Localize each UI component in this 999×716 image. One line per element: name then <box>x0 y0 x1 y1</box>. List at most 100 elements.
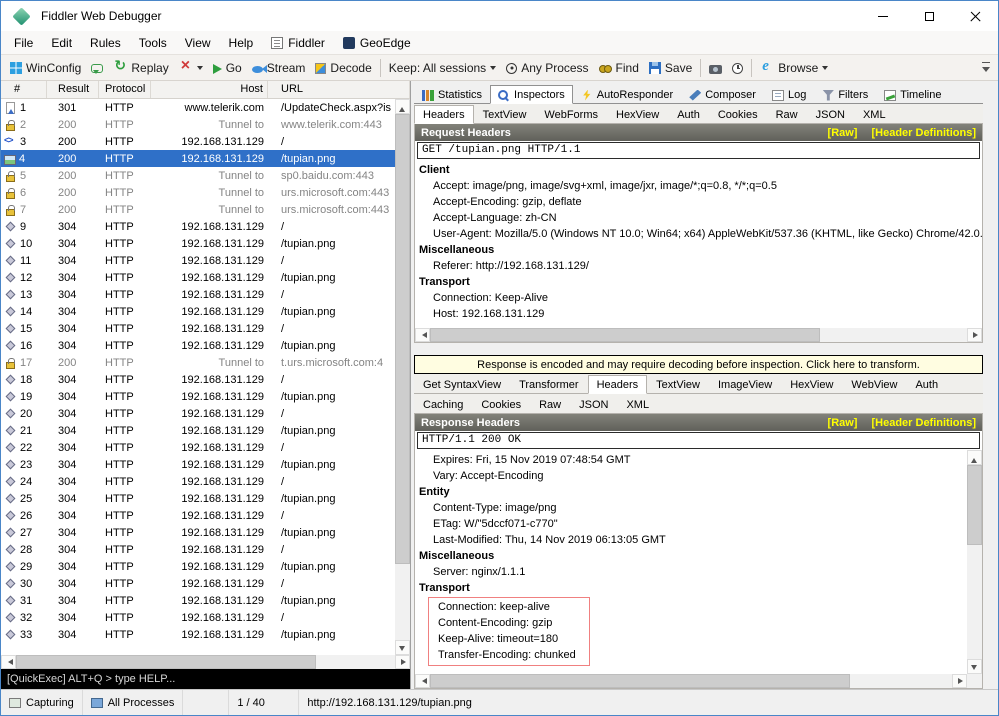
session-row[interactable]: 16 304 HTTP 192.168.131.129 /tupian.png <box>1 337 395 354</box>
main-tab[interactable]: Statistics <box>414 85 490 104</box>
session-row[interactable]: 33 304 HTTP 192.168.131.129 /tupian.png <box>1 626 395 643</box>
header-line[interactable]: Miscellaneous <box>415 548 967 564</box>
toolbar-button[interactable]: Keep: All sessions <box>384 59 501 77</box>
header-line[interactable]: Connection: keep-alive <box>429 599 589 615</box>
close-button[interactable] <box>952 1 998 31</box>
session-row[interactable]: 15 304 HTTP 192.168.131.129 / <box>1 320 395 337</box>
response-tab[interactable]: Transformer <box>510 375 588 394</box>
session-row[interactable]: 31 304 HTTP 192.168.131.129 /tupian.png <box>1 592 395 609</box>
scroll-right-button[interactable] <box>395 655 410 669</box>
response-tab[interactable]: Headers <box>588 375 648 394</box>
toolbar-button[interactable] <box>727 60 748 76</box>
header-line[interactable]: Expires: Fri, 15 Nov 2019 07:48:54 GMT <box>415 452 967 468</box>
response-tab[interactable]: WebView <box>842 375 906 394</box>
main-tab[interactable]: Composer <box>681 85 764 104</box>
request-raw-link[interactable]: [Raw] <box>828 127 858 139</box>
quickexec-input[interactable]: [QuickExec] ALT+Q > type HELP... <box>1 669 410 689</box>
scrollbar-thumb[interactable] <box>430 328 820 342</box>
decode-notice-bar[interactable]: Response is encoded and may require deco… <box>414 355 983 374</box>
session-list-horizontal-scrollbar[interactable] <box>1 655 410 669</box>
minimize-button[interactable] <box>860 1 906 31</box>
response-vertical-scrollbar[interactable] <box>967 450 982 674</box>
menu-item[interactable]: File <box>5 31 42 54</box>
scroll-left-button[interactable] <box>415 328 430 342</box>
session-row[interactable]: 30 304 HTTP 192.168.131.129 / <box>1 575 395 592</box>
session-row[interactable]: 6 200 HTTP Tunnel to urs.microsoft.com:4… <box>1 184 395 201</box>
session-row[interactable]: 10 304 HTTP 192.168.131.129 /tupian.png <box>1 235 395 252</box>
header-line[interactable]: Transport <box>415 274 982 290</box>
header-line[interactable]: Transport <box>415 580 967 596</box>
header-line[interactable]: Accept-Encoding: gzip, deflate <box>415 194 982 210</box>
session-row[interactable]: 14 304 HTTP 192.168.131.129 /tupian.png <box>1 303 395 320</box>
header-line[interactable]: Content-Type: image/png <box>415 500 967 516</box>
header-line[interactable]: Client <box>415 162 982 178</box>
session-row[interactable]: 7 200 HTTP Tunnel to urs.microsoft.com:4… <box>1 201 395 218</box>
process-filter[interactable]: All Processes <box>83 690 184 715</box>
menu-item[interactable]: View <box>176 31 220 54</box>
toolbar-button[interactable]: Stream <box>247 59 311 77</box>
scrollbar-track[interactable] <box>850 674 952 688</box>
column-header-num[interactable]: # <box>1 81 47 98</box>
request-line-box[interactable]: GET /tupian.png HTTP/1.1 <box>417 142 980 159</box>
request-response-splitter[interactable] <box>414 343 983 355</box>
session-row[interactable]: 2 200 HTTP Tunnel to www.telerik.com:443 <box>1 116 395 133</box>
header-line[interactable]: Content-Encoding: gzip <box>429 615 589 631</box>
header-line[interactable]: Accept-Language: zh-CN <box>415 210 982 226</box>
response-raw-link[interactable]: [Raw] <box>828 417 858 429</box>
session-row[interactable]: 17 200 HTTP Tunnel to t.urs.microsoft.co… <box>1 354 395 371</box>
main-tab[interactable]: Inspectors <box>490 85 573 104</box>
header-line[interactable]: ETag: W/"5dccf071-c770" <box>415 516 967 532</box>
session-row[interactable]: 20 304 HTTP 192.168.131.129 / <box>1 405 395 422</box>
header-line[interactable]: User-Agent: Mozilla/5.0 (Windows NT 10.0… <box>415 226 982 242</box>
header-line[interactable]: Connection: Keep-Alive <box>415 290 982 306</box>
response-tab[interactable]: TextView <box>647 375 709 394</box>
menu-item[interactable]: Help <box>220 31 263 54</box>
response-tab[interactable]: JSON <box>570 395 617 414</box>
session-row[interactable]: 22 304 HTTP 192.168.131.129 / <box>1 439 395 456</box>
capturing-toggle[interactable]: Capturing <box>1 690 83 715</box>
scrollbar-thumb[interactable] <box>430 674 850 688</box>
menu-item[interactable]: Tools <box>130 31 176 54</box>
column-header-host[interactable]: Host <box>151 81 268 98</box>
session-row[interactable]: 9 304 HTTP 192.168.131.129 / <box>1 218 395 235</box>
header-line[interactable]: Referer: http://192.168.131.129/ <box>415 258 982 274</box>
scrollbar-track[interactable] <box>820 328 967 342</box>
request-tab[interactable]: Auth <box>668 105 709 124</box>
session-row[interactable]: 11 304 HTTP 192.168.131.129 / <box>1 252 395 269</box>
response-tab[interactable]: Raw <box>530 395 570 414</box>
toolbar-button[interactable]: Decode <box>310 59 376 77</box>
response-tab[interactable]: HexView <box>781 375 842 394</box>
scroll-left-button[interactable] <box>415 674 430 688</box>
scrollbar-track[interactable] <box>395 564 410 640</box>
session-row[interactable]: 1 301 HTTP www.telerik.com /UpdateCheck.… <box>1 99 395 116</box>
toolbar-button[interactable] <box>174 59 208 77</box>
scroll-down-button[interactable] <box>967 659 982 674</box>
header-line[interactable]: Vary: Accept-Encoding <box>415 468 967 484</box>
session-row[interactable]: 18 304 HTTP 192.168.131.129 / <box>1 371 395 388</box>
header-line[interactable]: Keep-Alive: timeout=180 <box>429 631 589 647</box>
session-row[interactable]: 26 304 HTTP 192.168.131.129 / <box>1 507 395 524</box>
scrollbar-thumb[interactable] <box>16 655 316 669</box>
scrollbar-thumb[interactable] <box>395 114 410 564</box>
response-tab[interactable]: ImageView <box>709 375 781 394</box>
session-row[interactable]: 28 304 HTTP 192.168.131.129 / <box>1 541 395 558</box>
header-line[interactable]: Accept: image/png, image/svg+xml, image/… <box>415 178 982 194</box>
request-tab[interactable]: Headers <box>414 105 474 124</box>
scroll-up-button[interactable] <box>395 99 410 114</box>
scroll-down-button[interactable] <box>395 640 410 655</box>
session-row[interactable]: 13 304 HTTP 192.168.131.129 / <box>1 286 395 303</box>
session-row[interactable]: 5 200 HTTP Tunnel to sp0.baidu.com:443 <box>1 167 395 184</box>
session-row[interactable]: 23 304 HTTP 192.168.131.129 /tupian.png <box>1 456 395 473</box>
menu-item[interactable]: Rules <box>81 31 130 54</box>
toolbar-button[interactable]: Any Process <box>501 59 593 77</box>
main-tab[interactable]: AutoResponder <box>573 85 681 104</box>
session-row[interactable]: 3 200 HTTP 192.168.131.129 / <box>1 133 395 150</box>
toolbar-button[interactable] <box>704 60 727 76</box>
main-tab[interactable]: Timeline <box>876 85 949 104</box>
session-row[interactable]: 12 304 HTTP 192.168.131.129 /tupian.png <box>1 269 395 286</box>
toolbar-button[interactable]: Replay <box>108 59 173 77</box>
request-tab[interactable]: WebForms <box>535 105 607 124</box>
column-header-protocol[interactable]: Protocol <box>99 81 151 98</box>
session-row[interactable]: 24 304 HTTP 192.168.131.129 / <box>1 473 395 490</box>
scrollbar-track[interactable] <box>967 545 982 659</box>
